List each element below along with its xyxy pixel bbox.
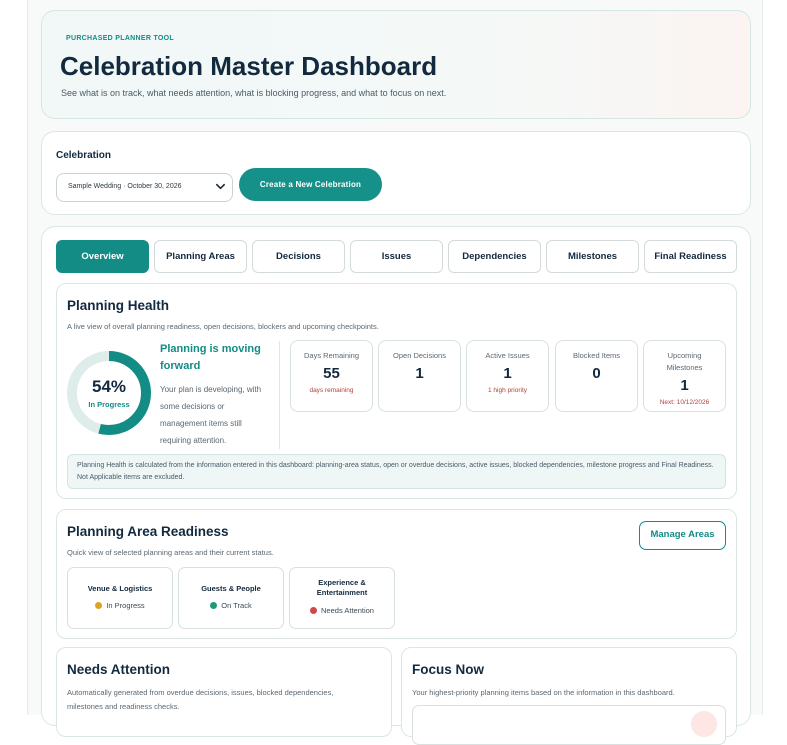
health-description: Your plan is developing, with some decis… (160, 385, 262, 445)
page-container: PURCHASED PLANNER TOOL Celebration Maste… (27, 0, 763, 745)
health-percent: 54% (91, 377, 127, 396)
celebration-select[interactable]: Sample Wedding · October 30, 2026 (56, 173, 233, 202)
planning-health-title: Planning Health (67, 298, 170, 313)
page-subtitle: See what is on track, what needs attenti… (61, 88, 447, 98)
eyebrow-label: PURCHASED PLANNER TOOL (66, 35, 174, 42)
stat-note: 1 high priority (487, 387, 528, 394)
stat-label: Days Remaining (303, 351, 360, 360)
stat-value: 55 (323, 365, 340, 382)
stat-blocked-items: Blocked Items 0 (555, 340, 638, 412)
stat-label: Open Decisions (393, 351, 446, 360)
manage-areas-button[interactable]: Manage Areas (639, 521, 726, 550)
area-status: On Track (179, 601, 283, 610)
stat-value: 0 (592, 365, 601, 382)
tab-final-readiness[interactable]: Final Readiness (644, 240, 737, 273)
planning-health-subtitle: A live view of overall planning readines… (67, 322, 379, 331)
create-celebration-button[interactable]: Create a New Celebration (239, 168, 382, 201)
area-card-venue[interactable]: Venue & Logistics In Progress (67, 567, 173, 629)
health-headline: Planning is moving forward (160, 343, 261, 372)
health-status: In Progress (88, 400, 130, 409)
stat-label: Upcoming Milestones (666, 351, 703, 372)
dashboard-header: PURCHASED PLANNER TOOL Celebration Maste… (41, 10, 751, 119)
area-card-experience[interactable]: Experience & Entertainment Needs Attenti… (289, 567, 395, 629)
page-title: Celebration Master Dashboard (60, 51, 438, 81)
chevron-down-icon (216, 183, 225, 190)
stat-label: Active Issues (485, 351, 530, 360)
stat-open-decisions: Open Decisions 1 (378, 340, 461, 412)
focus-now-subtitle: Your highest-priority planning items bas… (412, 688, 675, 697)
status-dot (310, 607, 318, 614)
area-name: Venue & Logistics (87, 584, 153, 593)
stat-label: Blocked Items (572, 351, 621, 360)
celebration-label: Celebration (56, 150, 112, 161)
divider (279, 341, 280, 449)
focus-item-card[interactable] (412, 705, 726, 745)
focus-now-title: Focus Now (412, 662, 485, 677)
planning-area-readiness-panel: Planning Area Readiness Quick view of se… (56, 509, 737, 639)
tab-decisions[interactable]: Decisions (252, 240, 345, 273)
area-status: In Progress (68, 601, 172, 610)
stat-upcoming-milestones: Upcoming Milestones 1 Next: 10/12/2026 (643, 340, 726, 412)
needs-attention-title: Needs Attention (67, 662, 171, 677)
stat-value: 1 (503, 365, 512, 382)
stat-note: days remaining (309, 387, 354, 394)
tab-milestones[interactable]: Milestones (546, 240, 639, 273)
tab-planning-areas[interactable]: Planning Areas (154, 240, 247, 273)
dashboard-main: Overview Planning Areas Decisions Issues… (41, 226, 751, 745)
stat-value: 1 (415, 365, 424, 382)
health-info-note: Planning Health is calculated from the i… (67, 454, 726, 489)
area-card-guests[interactable]: Guests & People On Track (178, 567, 284, 629)
needs-attention-subtitle: Automatically generated from overdue dec… (67, 688, 334, 711)
focus-now-panel: Focus Now Your highest-priority planning… (401, 647, 737, 745)
area-readiness-subtitle: Quick view of selected planning areas an… (67, 548, 274, 557)
area-readiness-title: Planning Area Readiness (67, 524, 229, 539)
needs-attention-panel: Needs Attention Automatically generated … (56, 647, 392, 737)
tab-overview[interactable]: Overview (56, 240, 149, 273)
stat-note: Next: 10/12/2026 (659, 399, 710, 406)
tab-dependencies[interactable]: Dependencies (448, 240, 541, 273)
stat-days-remaining: Days Remaining 55 days remaining (290, 340, 373, 412)
area-name: Experience & Entertainment (316, 578, 368, 597)
celebration-select-value: Sample Wedding · October 30, 2026 (68, 183, 182, 190)
celebration-selector-card: Celebration Sample Wedding · October 30,… (41, 131, 751, 215)
stat-active-issues: Active Issues 1 1 high priority (466, 340, 549, 412)
planning-health-panel: Planning Health A live view of overall p… (56, 283, 737, 499)
stat-value: 1 (680, 377, 689, 394)
status-dot (95, 602, 103, 609)
area-name: Guests & People (201, 584, 261, 593)
area-status: Needs Attention (290, 606, 394, 615)
tab-issues[interactable]: Issues (350, 240, 443, 273)
status-dot (210, 602, 218, 609)
